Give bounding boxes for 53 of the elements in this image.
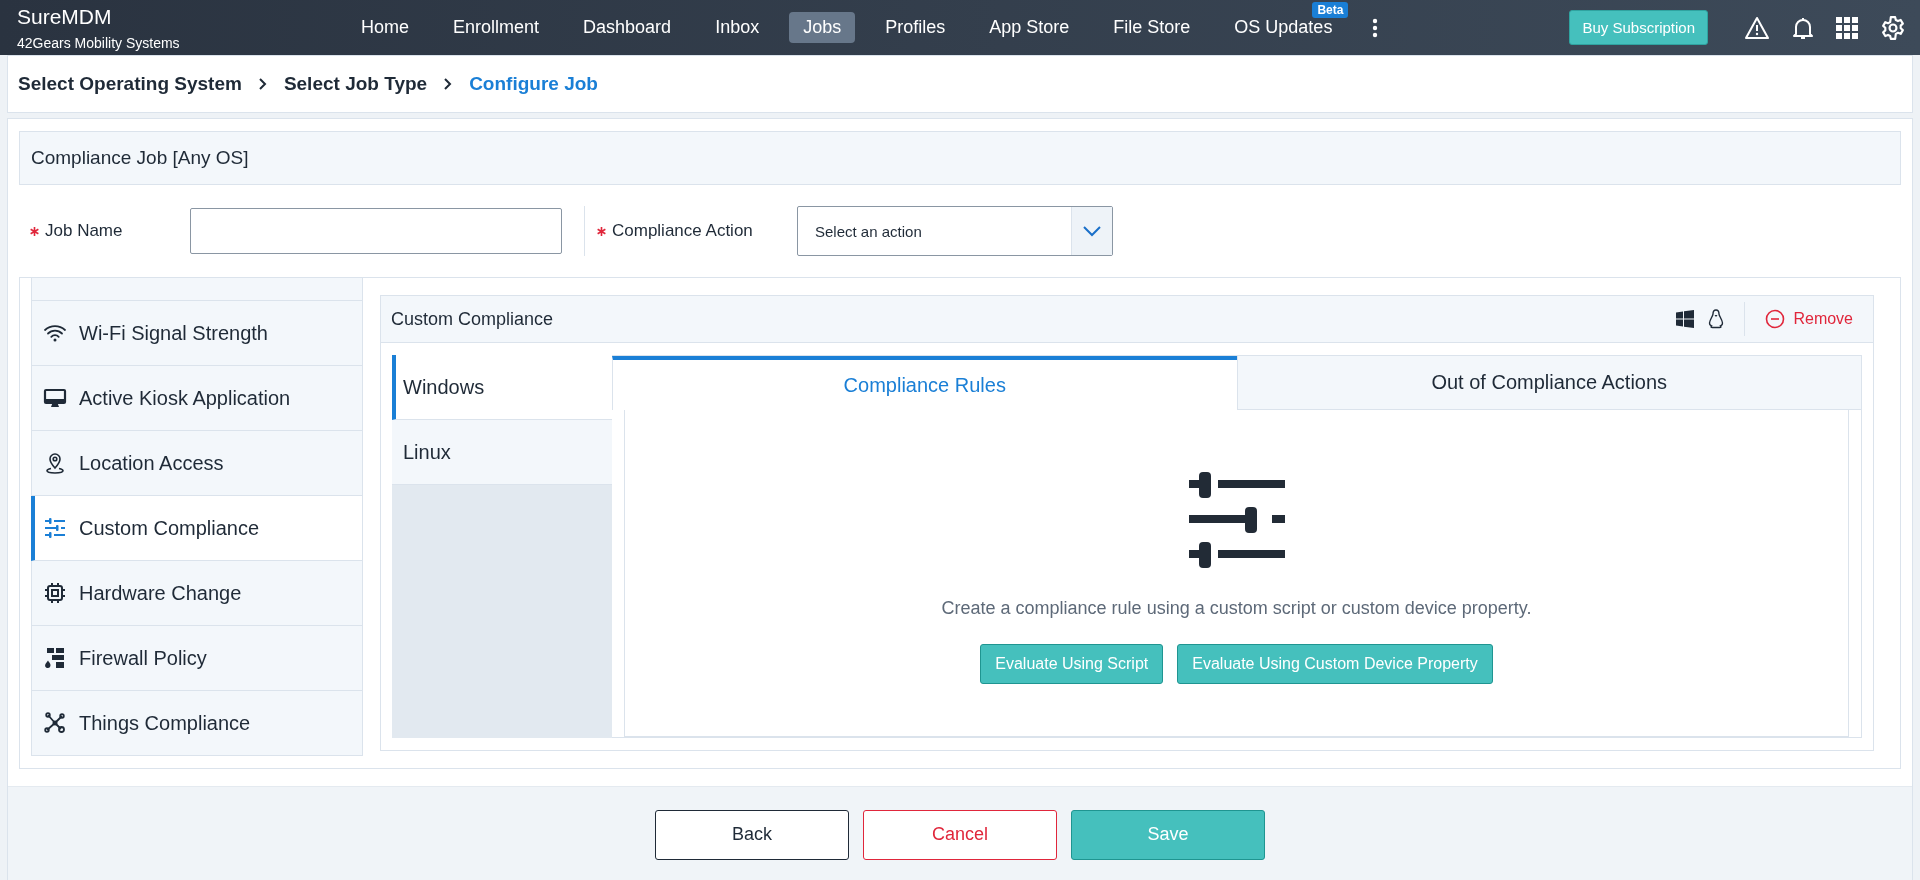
beta-badge: Beta — [1312, 2, 1349, 18]
rule-list-item[interactable]: Things Compliance — [31, 691, 363, 756]
rule-list-item[interactable]: Hardware Change — [31, 561, 363, 626]
rule-list-item[interactable]: Custom Compliance — [31, 496, 363, 561]
job-title: Compliance Job [Any OS] — [31, 147, 249, 169]
nav-link[interactable]: Enrollment — [439, 12, 554, 43]
network-nodes-icon — [43, 711, 67, 735]
settings-icon[interactable] — [1880, 14, 1906, 41]
penguin-icon — [1708, 309, 1725, 329]
nav-link[interactable]: Home — [347, 12, 423, 43]
warning-icon[interactable] — [1744, 15, 1770, 40]
field-label: Compliance Action — [612, 221, 753, 241]
breadcrumb-link[interactable]: Select Job Type — [283, 73, 428, 95]
monitor-icon — [43, 386, 67, 410]
rule-list-item[interactable]: Wi-Fi Signal Strength — [31, 301, 363, 366]
compliance-action-dropdown[interactable]: Select an action — [797, 206, 1113, 256]
app-name: SureMDM — [17, 4, 113, 29]
apps-grid-icon[interactable] — [1836, 16, 1858, 39]
rule-list-item[interactable]: Active Kiosk Application — [31, 366, 363, 431]
tab[interactable]: Out of Compliance Actions — [1236, 356, 1861, 410]
nav-link[interactable]: File Store — [1099, 12, 1205, 43]
footer-button[interactable]: Cancel — [863, 809, 1057, 860]
field-label: Job Name — [45, 221, 123, 241]
sliders-icon — [43, 516, 67, 540]
chevron-right-icon — [443, 77, 454, 91]
windows-logo-icon — [1676, 310, 1695, 328]
chip-icon — [43, 581, 67, 605]
nav-link[interactable]: App Store — [975, 12, 1084, 43]
footer-button[interactable]: Back — [655, 809, 849, 860]
nav-link[interactable]: Jobs — [789, 12, 856, 43]
more-options-icon[interactable] — [1372, 17, 1379, 38]
rule-list-item[interactable]: Firewall Policy — [31, 626, 363, 691]
breadcrumb-link[interactable]: Select Operating System — [18, 73, 242, 95]
chevron-down-icon — [1082, 225, 1102, 237]
company-name: 42Gears Mobility Systems — [17, 34, 181, 51]
nav-link[interactable]: Inbox — [701, 12, 774, 43]
nav-link[interactable]: Profiles — [871, 12, 960, 43]
bell-icon[interactable] — [1792, 15, 1814, 40]
breadcrumb-link[interactable]: Configure Job — [469, 73, 598, 95]
os-tab[interactable]: Linux — [392, 420, 612, 485]
nav-link[interactable]: Dashboard — [569, 12, 686, 43]
chevron-right-icon — [257, 77, 268, 91]
panel-title: Custom Compliance — [391, 308, 554, 330]
brick-wall-icon — [43, 646, 67, 670]
os-tab[interactable]: Windows — [392, 355, 612, 420]
remove-button[interactable]: Remove — [1765, 309, 1853, 329]
location-pin-icon — [43, 451, 67, 475]
empty-state-text: Create a compliance rule using a custom script or custom device property. — [941, 598, 1532, 619]
minus-circle-icon — [1765, 309, 1786, 329]
tab[interactable]: Compliance Rules — [612, 356, 1237, 410]
sliders-icon — [1188, 472, 1285, 568]
rule-list-item[interactable]: Location Access — [31, 431, 363, 496]
job-name-input[interactable] — [190, 208, 562, 254]
